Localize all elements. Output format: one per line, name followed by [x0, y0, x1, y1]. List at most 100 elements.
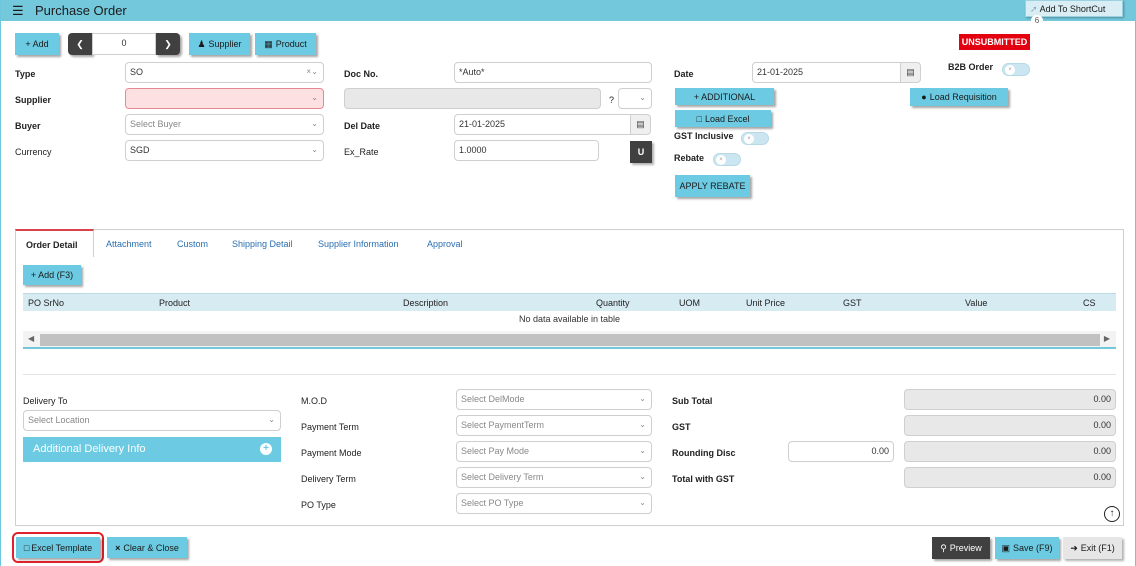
excel-template-button[interactable]: □ Excel Template [16, 537, 100, 558]
column-header[interactable]: Description [403, 298, 448, 308]
gst-inclusive-toggle[interactable]: × [741, 132, 769, 145]
supplier-button[interactable]: ♟ Supplier [189, 33, 250, 55]
column-header[interactable]: Quantity [596, 298, 630, 308]
file-icon: □ [696, 113, 702, 124]
gst-value: 0.00 [904, 415, 1116, 436]
close-icon: × [115, 542, 121, 553]
product-button-label: Product [275, 39, 307, 49]
record-number-input[interactable]: 0 [92, 33, 156, 55]
additional-button[interactable]: + ADDITIONAL [675, 88, 774, 105]
additional-delivery-label: Additional Delivery Info [33, 443, 146, 455]
buyer-select[interactable]: Select Buyer ⌄ [125, 114, 324, 135]
chevron-down-icon: ⌄ [639, 446, 646, 455]
load-excel-button[interactable]: □ Load Excel [675, 110, 771, 127]
date-input[interactable]: 21-01-2025 [752, 62, 901, 83]
load-requisition-button[interactable]: ● Load Requisition [910, 88, 1008, 106]
rounding-disc-label: Rounding Disc [672, 448, 736, 458]
column-header[interactable]: Product [159, 298, 190, 308]
chevron-down-icon: ⌄ [639, 394, 646, 403]
add-to-shortcut-button[interactable]: ➚ Add To ShortCut 6 [1025, 0, 1123, 26]
payment-term-select[interactable]: Select PaymentTerm ⌄ [456, 415, 652, 436]
play-circle-icon: ● [921, 92, 927, 102]
save-label: Save (F9) [1013, 543, 1053, 553]
column-header[interactable]: Value [965, 298, 987, 308]
chevron-down-icon: ⌄ [639, 420, 646, 429]
b2b-order-toggle[interactable]: × [1002, 63, 1030, 76]
save-button[interactable]: ▣ Save (F9) [995, 537, 1059, 559]
column-header[interactable]: UOM [679, 298, 700, 308]
pin-icon: ➚ [1030, 4, 1038, 14]
chevron-down-icon: ⌄ [639, 498, 646, 507]
rounding-disc-value: 0.00 [904, 441, 1116, 462]
scroll-left-icon[interactable]: ◀ [28, 334, 34, 343]
product-button[interactable]: ▦ Product [255, 33, 316, 55]
type-label: Type [15, 69, 36, 79]
payment-mode-select[interactable]: Select Pay Mode ⌄ [456, 441, 652, 462]
chevron-right-icon: ❯ [164, 38, 172, 49]
tab-custom[interactable]: Custom [177, 229, 208, 257]
toggle-knob: × [1005, 65, 1015, 75]
supplier-button-label: Supplier [208, 39, 242, 49]
supplier-extra-select[interactable]: ⌄ [618, 88, 652, 109]
tab-order-detail[interactable]: Order Detail [15, 229, 94, 257]
clear-close-button[interactable]: × Clear & Close [107, 537, 187, 558]
menu-icon[interactable]: ☰ [12, 3, 24, 19]
chevron-down-icon: ⌄ [639, 93, 646, 102]
delivery-to-label: Delivery To [23, 396, 68, 406]
calendar-icon[interactable]: ▤ [630, 114, 651, 135]
update-rate-button[interactable]: U [630, 141, 652, 163]
section-divider [23, 374, 1116, 375]
chevron-down-icon: ⌄ [311, 119, 318, 128]
exit-label: Exit (F1) [1080, 543, 1115, 553]
next-record-button[interactable]: ❯ [156, 33, 180, 55]
additional-delivery-info-button[interactable]: Additional Delivery Info + [23, 437, 281, 462]
rebate-label: Rebate [674, 153, 705, 163]
column-header[interactable]: GST [843, 298, 862, 308]
ex-rate-input[interactable]: 1.0000 [454, 140, 599, 161]
date-label: Date [674, 69, 694, 79]
save-icon: ▣ [1001, 542, 1010, 553]
type-select[interactable]: SO × ⌄ [125, 62, 324, 83]
exit-button[interactable]: ➜ Exit (F1) [1063, 537, 1122, 559]
po-type-select[interactable]: Select PO Type ⌄ [456, 493, 652, 514]
scrollbar-thumb[interactable] [40, 334, 1100, 346]
supplier-question-mark: ? [609, 95, 615, 105]
column-header[interactable]: PO SrNo [28, 298, 64, 308]
calendar-icon[interactable]: ▤ [900, 62, 921, 83]
prev-record-button[interactable]: ❮ [68, 33, 92, 55]
preview-button[interactable]: ⚲ Preview [932, 537, 990, 559]
purchase-order-page: ☰ Purchase Order ➚ Add To ShortCut 6 + A… [0, 0, 1136, 566]
total-with-gst-label: Total with GST [672, 474, 735, 484]
scroll-top-icon[interactable]: ↑ [1104, 506, 1120, 522]
scroll-right-icon[interactable]: ▶ [1104, 334, 1110, 343]
clear-icon[interactable]: × [306, 67, 311, 76]
tab-approval[interactable]: Approval [427, 229, 463, 257]
add-line-button[interactable]: + Add (F3) [23, 265, 81, 285]
currency-select[interactable]: SGD ⌄ [125, 140, 324, 161]
location-select[interactable]: Select Location ⌄ [23, 410, 281, 431]
horizontal-scrollbar[interactable]: ◀ ▶ [23, 331, 1116, 349]
del-date-input[interactable]: 21-01-2025 [454, 114, 631, 135]
delivery-term-select[interactable]: Select Delivery Term ⌄ [456, 467, 652, 488]
delivery-term-placeholder: Select Delivery Term [461, 472, 544, 482]
buyer-placeholder: Select Buyer [130, 119, 182, 129]
chevron-down-icon: ⌄ [268, 415, 275, 424]
chevron-down-icon: ⌄ [311, 93, 318, 102]
grid-icon: ▦ [264, 38, 273, 49]
column-header[interactable]: CS [1083, 298, 1096, 308]
tab-attachment[interactable]: Attachment [106, 229, 152, 257]
rebate-toggle[interactable]: × [713, 153, 741, 166]
rounding-disc-input[interactable]: 0.00 [788, 441, 894, 462]
tab-shipping-detail[interactable]: Shipping Detail [232, 229, 293, 257]
doc-no-input[interactable]: *Auto* [454, 62, 652, 83]
column-header[interactable]: Unit Price [746, 298, 785, 308]
apply-rebate-button[interactable]: APPLY REBATE [675, 175, 750, 197]
currency-label: Currency [15, 147, 52, 157]
mod-select[interactable]: Select DelMode ⌄ [456, 389, 652, 410]
add-button[interactable]: + Add [15, 33, 59, 55]
po-type-placeholder: Select PO Type [461, 498, 524, 508]
file-icon: □ [23, 542, 30, 553]
payment-term-label: Payment Term [301, 422, 359, 432]
tab-supplier-information[interactable]: Supplier Information [318, 229, 399, 257]
supplier-select[interactable]: ⌄ [125, 88, 324, 109]
